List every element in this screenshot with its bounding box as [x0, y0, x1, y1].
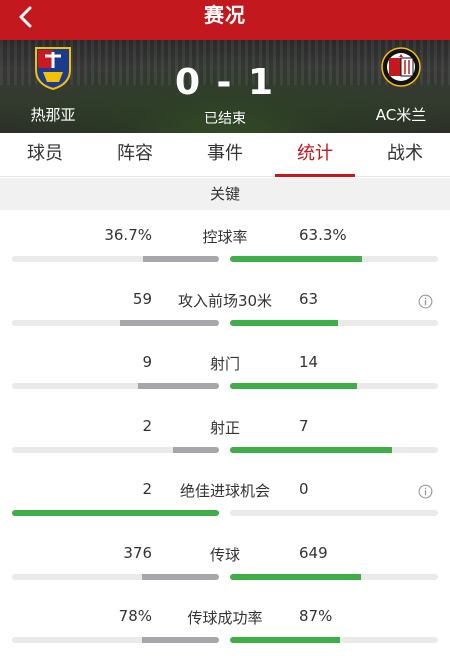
away-stat-value: 14: [299, 353, 319, 371]
stat-row-shots: 9 射门 14: [0, 337, 450, 401]
home-stat-bar: [12, 383, 219, 389]
info-icon[interactable]: [418, 294, 433, 309]
home-stat-bar-fill: [12, 510, 219, 516]
home-stat-bar: [12, 446, 219, 453]
home-stat-bar-fill: [143, 256, 219, 262]
home-stat-bar-fill: [142, 637, 219, 643]
away-team[interactable]: AC米兰: [346, 46, 450, 125]
tab-statistics[interactable]: 统计: [270, 133, 360, 177]
stat-row-big-chances: 2 绝佳进球机会 0: [0, 464, 450, 528]
scoreboard: 热那亚 0 - 1 已结束 AC米兰: [0, 40, 450, 133]
away-stat-bar-fill: [230, 383, 357, 389]
away-stat-value: 87%: [299, 607, 333, 625]
away-stat-value: 649: [299, 543, 328, 562]
home-stat-bar-fill: [138, 383, 219, 389]
tab-events[interactable]: 事件: [180, 133, 270, 176]
home-stat-value: 36.7%: [104, 226, 152, 244]
stat-name: 射门: [209, 355, 240, 373]
away-stat-bar: [230, 319, 438, 326]
away-stat-bar: [230, 510, 438, 516]
page-title: 赛况: [204, 3, 246, 27]
away-stat-value: 63: [299, 289, 319, 308]
away-stat-value: 0: [299, 480, 309, 498]
home-stat-value: 376: [123, 543, 152, 562]
away-stat-value: 63.3%: [299, 226, 347, 244]
stats-list: 36.7% 控球率 63.3% 59 攻入前场30米 63 9 射门 14 2 射正 7 2 绝佳进球机会…: [0, 210, 450, 655]
away-stat-bar: [230, 573, 438, 580]
home-stat-bar: [12, 319, 219, 326]
home-stat-bar: [12, 256, 219, 262]
tab-players[interactable]: 球员: [0, 133, 90, 176]
tab-tactics[interactable]: 战术: [360, 133, 450, 176]
stat-row-possession: 36.7% 控球率 63.3%: [0, 210, 450, 274]
tab-bar: 球员 阵容 事件 统计 战术: [0, 133, 450, 177]
home-stat-bar: [12, 637, 219, 643]
away-stat-bar-fill: [230, 637, 341, 643]
top-bar: 赛况: [0, 0, 450, 40]
stat-name: 传球成功率: [187, 609, 263, 627]
stat-name: 攻入前场30米: [177, 291, 273, 310]
away-stat-bar-fill: [230, 319, 339, 326]
away-stat-bar: [230, 256, 438, 262]
away-stat-bar-fill: [230, 256, 362, 262]
section-header-key: 关键: [0, 178, 450, 210]
home-stat-bar: [12, 510, 219, 516]
away-stat-bar: [230, 383, 438, 389]
home-stat-bar-fill: [142, 573, 219, 580]
home-stat-bar-fill: [119, 319, 219, 326]
home-stat-value: 78%: [118, 607, 152, 625]
away-stat-value: 7: [299, 416, 309, 435]
away-stat-bar-fill: [230, 573, 362, 580]
stat-row-shots-on-target: 2 射正 7: [0, 401, 450, 465]
tab-lineup[interactable]: 阵容: [90, 133, 180, 176]
stat-row-passes: 376 传球 649: [0, 528, 450, 592]
info-icon[interactable]: [418, 484, 433, 499]
stat-name: 绝佳进球机会: [179, 482, 270, 500]
away-stat-bar: [230, 446, 438, 453]
away-team-crest-icon: [381, 47, 421, 87]
away-stat-bar-fill: [230, 446, 393, 453]
stat-name: 控球率: [202, 228, 248, 246]
away-stat-bar: [230, 637, 438, 643]
stat-name: 传球: [209, 545, 240, 564]
stat-row-final-third-entries: 59 攻入前场30米 63: [0, 274, 450, 338]
stat-row-pass-accuracy: 78% 传球成功率 87%: [0, 591, 450, 655]
away-team-name: AC米兰: [375, 106, 427, 124]
stat-name: 射正: [209, 418, 240, 437]
home-stat-bar: [12, 573, 219, 580]
home-stat-bar-fill: [173, 446, 219, 453]
